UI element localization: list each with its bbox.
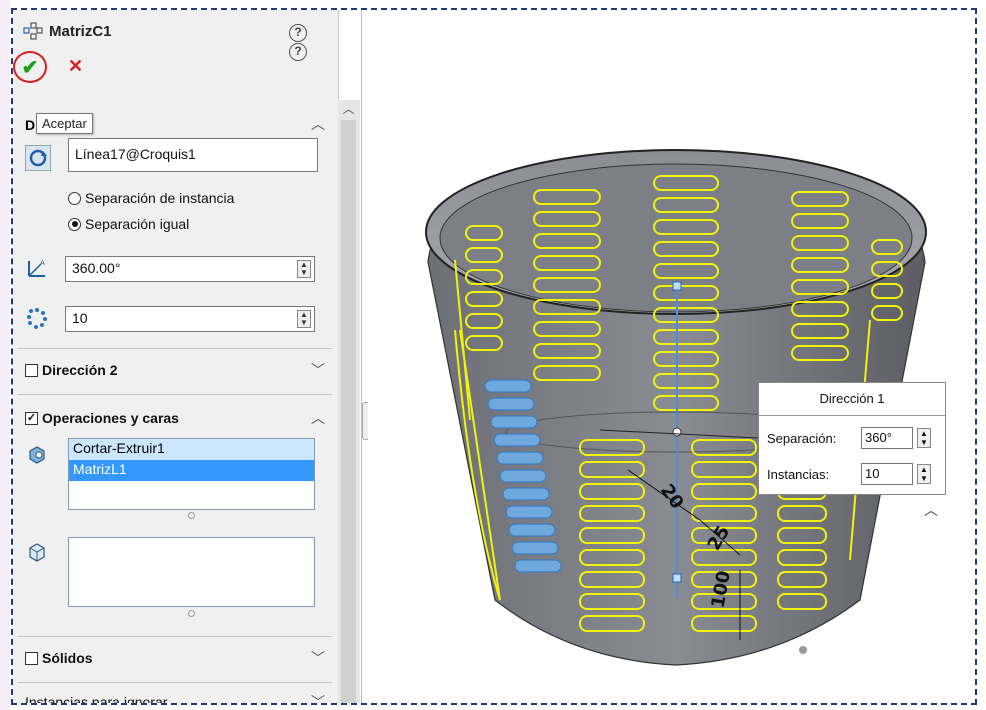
features-icon (25, 442, 49, 466)
spacing-spinner[interactable]: ▲ ▼ (917, 428, 931, 448)
resize-handle[interactable] (188, 512, 195, 519)
direction2-label: Dirección 2 (42, 362, 118, 378)
solids-label: Sólidos (42, 650, 93, 666)
axis-endpoint-bottom[interactable] (672, 573, 682, 583)
features-toggle[interactable]: ✓ Operaciones y caras (25, 410, 179, 426)
divider (17, 682, 332, 683)
axis-endpoint-top[interactable] (672, 281, 682, 291)
axis-selection-field[interactable]: Línea17@Croquis1 (68, 138, 318, 172)
spacing-label: Separación: (767, 431, 837, 446)
divider (17, 636, 332, 637)
radio-button-selected[interactable] (68, 217, 81, 231)
left-edge (0, 0, 10, 710)
angle-icon: A (25, 256, 49, 280)
help-icon[interactable]: ? (289, 43, 307, 61)
faces-icon (25, 540, 49, 564)
skip-instances-row[interactable]: Instancias para ignorar (25, 694, 167, 703)
scrollbar-thumb[interactable] (341, 120, 356, 703)
rotation-axis-icon (25, 145, 51, 171)
callout-divider (759, 415, 945, 416)
handle-point[interactable] (799, 646, 807, 654)
instances-spinner[interactable]: ▲ ▼ (297, 310, 311, 328)
divider (17, 394, 332, 395)
instances-icon (25, 306, 49, 330)
solids-toggle[interactable]: Sólidos (25, 650, 93, 666)
model-view: 20 25 100 (425, 149, 927, 666)
instances-label: Instancias: (767, 467, 830, 482)
direction1-callout: Dirección 1 Separación: 360° ▲ ▼ Instanci… (758, 382, 946, 495)
angle-spinner[interactable]: ▲ ▼ (297, 260, 311, 278)
cancel-button[interactable]: ✕ (68, 56, 83, 77)
axis-center-point[interactable] (672, 427, 682, 437)
direction2-checkbox[interactable] (25, 363, 38, 377)
chevron-up-icon[interactable]: ︿ (311, 408, 325, 428)
list-item[interactable]: Cortar-Extruir1 (69, 439, 314, 460)
help-icons: ?? (289, 23, 338, 61)
resize-handle[interactable] (188, 610, 195, 617)
chevron-down-icon[interactable]: ﹀ (311, 360, 325, 380)
circular-pattern-icon (23, 22, 43, 40)
property-manager: MatrizC1 ?? ✔ ✕ D Aceptar ︿ Línea17@Croq… (13, 10, 339, 703)
chevron-down-icon[interactable]: ﹀ (311, 648, 325, 668)
direction1-header-label: D (25, 117, 36, 133)
radio-label: Separación de instancia (85, 190, 235, 206)
chevron-up-icon[interactable]: ︿ (924, 500, 938, 520)
detailed-help-icon[interactable]: ? (289, 24, 307, 42)
instances-callout-input[interactable]: 10 (861, 463, 913, 485)
svg-text:A: A (40, 259, 45, 267)
faces-list[interactable] (68, 537, 315, 607)
callout-title: Dirección 1 (819, 391, 885, 406)
solids-checkbox[interactable] (25, 651, 38, 665)
list-item[interactable]: MatrizL1 (69, 460, 314, 481)
instances-value: 10 (72, 310, 88, 326)
skip-instances-label: Instancias para ignorar (25, 694, 168, 703)
graphics-viewport[interactable]: 20 25 100 ︿ (368, 10, 976, 703)
ok-tooltip: Aceptar (36, 113, 93, 134)
scroll-up-icon[interactable]: ︿ (341, 100, 356, 116)
ok-button[interactable]: ✔ (17, 54, 43, 80)
features-checkbox[interactable]: ✓ (25, 411, 38, 425)
radio-button[interactable] (68, 191, 81, 205)
features-label: Operaciones y caras (42, 410, 179, 426)
direction2-toggle[interactable]: Dirección 2 (25, 362, 117, 378)
chevron-up-icon[interactable]: ︿ (311, 114, 325, 134)
features-list[interactable]: Cortar-Extruir1 MatrizL1 (68, 438, 315, 510)
spacing-input[interactable]: 360° (861, 427, 913, 449)
divider (17, 348, 332, 349)
instances-input[interactable]: 10 ▲ ▼ (65, 306, 315, 332)
angle-input[interactable]: 360.00° ▲ ▼ (65, 256, 315, 282)
chevron-down-icon[interactable]: ﹀ (311, 692, 325, 703)
radio-instance-spacing[interactable]: Separación de instancia (68, 190, 234, 206)
radio-label: Separación igual (85, 216, 190, 232)
feature-header: MatrizC1 (23, 20, 112, 42)
angle-value: 360.00° (72, 260, 121, 276)
instances-callout-spinner[interactable]: ▲ ▼ (917, 464, 931, 484)
feature-title: MatrizC1 (49, 22, 112, 40)
radio-equal-spacing[interactable]: Separación igual (68, 216, 189, 232)
